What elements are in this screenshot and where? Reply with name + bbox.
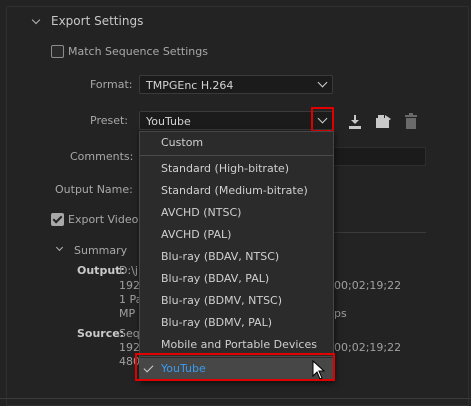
menu-item-label: AVCHD (PAL) <box>161 228 232 241</box>
divider <box>333 232 426 233</box>
output-line: MP <box>119 307 136 320</box>
menu-item-bluray-bdav-ntsc[interactable]: Blu-ray (BDAV, NTSC) <box>140 246 333 268</box>
source-line: Seq <box>119 327 140 340</box>
menu-separator <box>140 155 333 156</box>
summary-title: Summary <box>74 244 128 257</box>
menu-item-label: Standard (High-bitrate) <box>161 162 290 175</box>
youtube-item-highlight <box>135 353 335 381</box>
mouse-pointer-icon <box>312 360 325 380</box>
output-line: D:\j <box>119 264 138 277</box>
source-detail: 00;02;19;22 <box>334 341 402 354</box>
output-line: 192 <box>119 279 140 292</box>
preset-dropdown-highlight <box>311 107 334 132</box>
menu-item-label: Standard (Medium-bitrate) <box>161 184 308 197</box>
menu-item-avchd-pal[interactable]: AVCHD (PAL) <box>140 224 333 246</box>
menu-item-label: AVCHD (NTSC) <box>161 206 242 219</box>
menu-item-label: Mobile and Portable Devices <box>161 338 317 351</box>
output-detail: ps <box>334 307 347 320</box>
output-detail: 00;02;19;22 <box>334 279 402 292</box>
output-name-label: Output Name: <box>55 183 133 196</box>
menu-item-bluray-bdmv-pal[interactable]: Blu-ray (BDMV, PAL) <box>140 312 333 334</box>
preset-value: YouTube <box>146 115 191 128</box>
export-settings-title: Export Settings <box>51 14 144 28</box>
menu-item-avchd-ntsc[interactable]: AVCHD (NTSC) <box>140 202 333 224</box>
menu-item-custom[interactable]: Custom <box>140 132 333 154</box>
preset-dropdown-menu: Custom Standard (High-bitrate) Standard … <box>139 131 334 381</box>
menu-item-standard-medium[interactable]: Standard (Medium-bitrate) <box>140 180 333 202</box>
menu-item-label: Blu-ray (BDMV, NTSC) <box>161 294 283 307</box>
match-sequence-label: Match Sequence Settings <box>68 45 208 58</box>
export-video-label: Export Video <box>68 213 139 226</box>
source-label: Source: <box>77 327 125 340</box>
menu-item-bluray-bdav-pal[interactable]: Blu-ray (BDAV, PAL) <box>140 268 333 290</box>
comments-field[interactable] <box>333 147 426 166</box>
format-select[interactable]: TMPGEnc H.264 <box>139 75 333 94</box>
menu-item-bluray-bdmv-ntsc[interactable]: Blu-ray (BDMV, NTSC) <box>140 290 333 312</box>
trash-icon[interactable] <box>403 113 419 130</box>
comments-label: Comments: <box>70 150 134 163</box>
menu-item-label: Custom <box>161 136 204 149</box>
preset-label: Preset: <box>90 114 129 127</box>
chevron-down-icon <box>317 77 328 88</box>
match-sequence-checkbox[interactable] <box>51 45 64 58</box>
format-label: Format: <box>90 78 133 91</box>
menu-item-label: Blu-ray (BDMV, PAL) <box>161 316 273 329</box>
import-preset-icon[interactable] <box>347 114 363 130</box>
save-preset-icon[interactable] <box>374 113 392 130</box>
menu-item-standard-high[interactable]: Standard (High-bitrate) <box>140 158 333 180</box>
menu-item-label: Blu-ray (BDAV, PAL) <box>161 272 270 285</box>
export-video-checkbox[interactable] <box>51 213 64 226</box>
format-value: TMPGEnc H.264 <box>146 79 234 92</box>
output-label: Output: <box>77 264 125 277</box>
bottom-divider <box>0 398 471 399</box>
preset-select[interactable]: YouTube <box>139 111 333 130</box>
menu-item-label: Blu-ray (BDAV, NTSC) <box>161 250 280 263</box>
